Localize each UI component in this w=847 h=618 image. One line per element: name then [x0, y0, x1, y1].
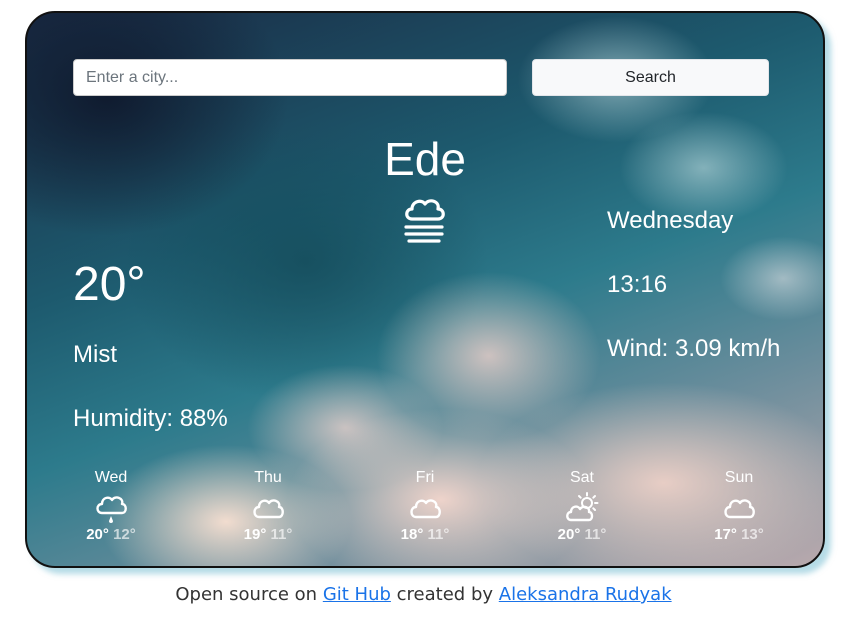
cloud-icon — [724, 499, 755, 519]
forecast-max-temp: 20° — [557, 526, 581, 543]
search-button[interactable]: Search — [532, 59, 769, 96]
city-name: Ede — [384, 133, 466, 185]
forecast-min-temp: 11° — [427, 526, 450, 543]
cloud-icon — [253, 499, 284, 519]
forecast-temps: 18° 11° — [375, 526, 475, 544]
forecast-item: Sun 17° 13° — [689, 468, 789, 544]
footer: Open source on Git Hub created by Aleksa… — [0, 583, 847, 607]
forecast-row: Wed 20° 12° Thu 19° 11° Fri 18° 11° Sat … — [27, 468, 823, 558]
forecast-temps: 17° 13° — [689, 526, 789, 544]
partly-sunny-icon — [566, 492, 599, 522]
mist-icon — [404, 199, 445, 243]
city-search-input[interactable] — [73, 59, 507, 96]
weather-card: Search Ede 20° Mist Humidity: 88% Wednes… — [25, 11, 825, 568]
rain-cloud-icon — [96, 496, 127, 523]
weather-description: Mist — [73, 341, 117, 368]
author-link[interactable]: Aleksandra Rudyak — [499, 584, 672, 605]
forecast-temps: 20° 11° — [532, 526, 632, 544]
forecast-item: Wed 20° 12° — [61, 468, 161, 544]
forecast-max-temp: 18° — [400, 526, 424, 543]
wind-speed: Wind: 3.09 km/h — [607, 335, 781, 362]
forecast-day: Sun — [724, 469, 754, 486]
forecast-temps: 20° 12° — [61, 526, 161, 544]
forecast-item: Fri 18° 11° — [375, 468, 475, 544]
forecast-min-temp: 11° — [270, 526, 293, 543]
current-day: Wednesday — [607, 207, 734, 234]
humidity-value: Humidity: 88% — [73, 405, 228, 432]
forecast-max-temp: 17° — [714, 526, 737, 543]
forecast-day: Thu — [254, 469, 282, 486]
forecast-max-temp: 19° — [243, 526, 267, 543]
cloud-icon — [410, 499, 441, 519]
forecast-max-temp: 20° — [86, 526, 109, 543]
forecast-day: Wed — [94, 469, 128, 486]
current-temperature: 20° — [73, 258, 146, 311]
github-link[interactable]: Git Hub — [323, 584, 391, 605]
forecast-min-temp: 11° — [584, 526, 607, 543]
forecast-day: Fri — [415, 469, 435, 486]
footer-prefix: Open source on — [175, 584, 318, 605]
forecast-item: Sat 20° 11° — [532, 468, 632, 544]
current-time: 13:16 — [607, 271, 668, 298]
forecast-min-temp: 12° — [113, 526, 136, 543]
forecast-item: Thu 19° 11° — [218, 468, 318, 544]
forecast-temps: 19° 11° — [218, 526, 318, 544]
forecast-min-temp: 13° — [741, 526, 764, 543]
footer-middle: created by — [396, 584, 494, 605]
forecast-day: Sat — [569, 469, 594, 486]
